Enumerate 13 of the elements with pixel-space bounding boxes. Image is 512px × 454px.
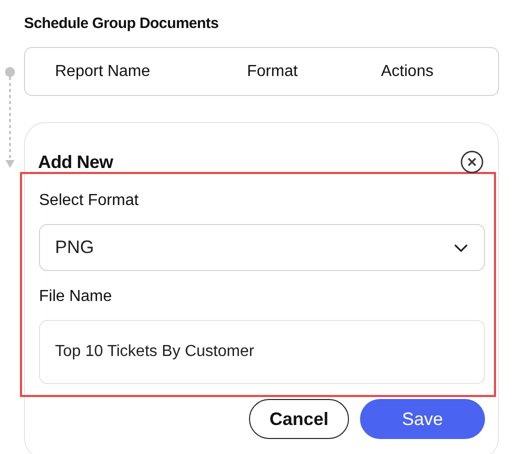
card-title: Add New	[38, 150, 113, 174]
field-label: Select Format	[39, 191, 140, 211]
format-select[interactable]: PNG	[39, 224, 485, 271]
column-header: Report Name	[54, 62, 152, 82]
close-icon[interactable]	[460, 150, 484, 174]
column-header: Actions	[381, 62, 434, 82]
file-name-input[interactable]: Top 10 Tickets By Customer	[39, 320, 485, 384]
page-title: Schedule Group Documents	[24, 14, 220, 33]
chevron-down-icon	[454, 244, 468, 252]
save-button[interactable]: Save	[360, 399, 485, 439]
column-header: Format	[247, 62, 299, 82]
field-label: File Name	[39, 287, 113, 307]
cancel-button[interactable]: Cancel	[249, 399, 349, 439]
